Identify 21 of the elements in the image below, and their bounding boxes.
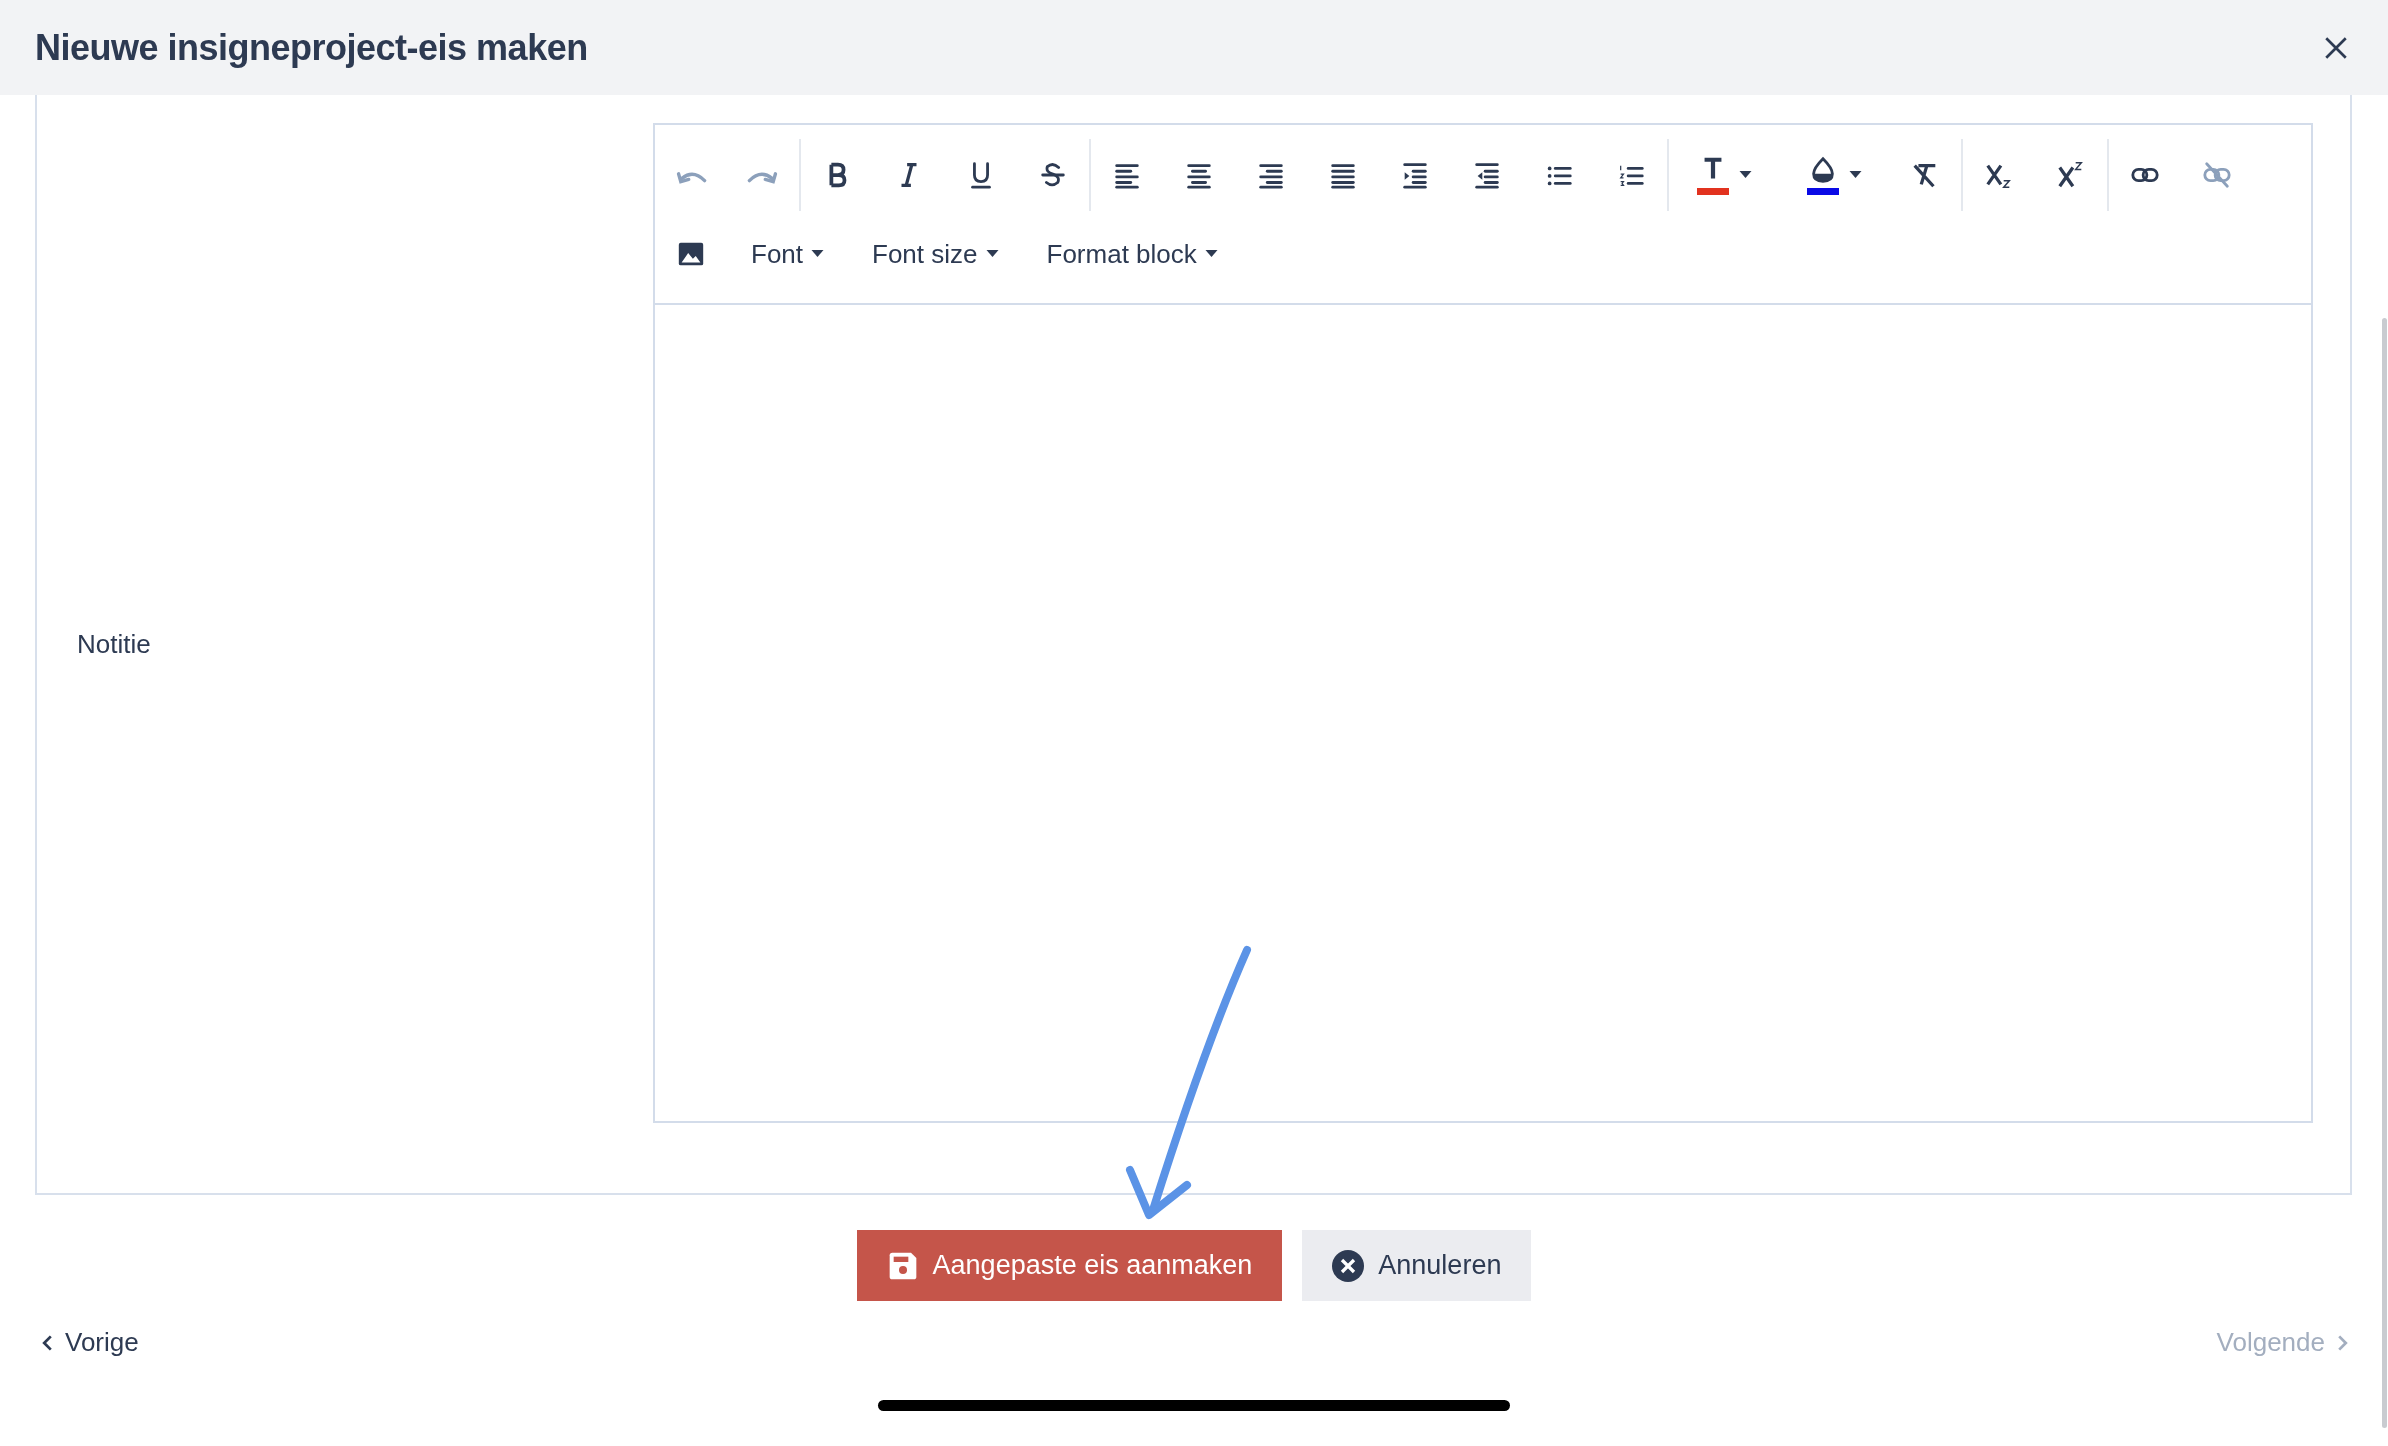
superscript-icon <box>2056 160 2086 190</box>
field-label: Notitie <box>77 627 151 661</box>
close-circle-icon <box>1332 1249 1365 1282</box>
previous-link[interactable]: Vorige <box>42 1323 139 1362</box>
outdent-icon <box>1472 160 1502 190</box>
caret-icon <box>985 250 999 258</box>
caret-icon <box>1738 171 1752 179</box>
caret-icon <box>1204 250 1218 258</box>
caret-icon <box>811 250 825 258</box>
toolbar-dropdown[interactable]: Format block <box>1022 234 1242 274</box>
chevron-right-icon <box>2337 1333 2348 1352</box>
caret-icon <box>1848 171 1862 179</box>
chevron-left-icon <box>42 1333 53 1352</box>
dialog-title: Nieuwe insigneproject-eis maken <box>35 25 588 70</box>
rich-text-editor[interactable]: Font Font size Format block <box>653 123 2313 1123</box>
toolbar-dropdown[interactable]: Font <box>727 234 849 274</box>
toolbar-dropdown[interactable]: Font size <box>848 234 1023 274</box>
cancel-button[interactable]: Annuleren <box>1302 1230 1532 1301</box>
save-button[interactable]: Aangepaste eis aanmaken <box>856 1230 1283 1301</box>
indent-icon <box>1400 160 1430 190</box>
unlink-icon <box>2202 160 2232 190</box>
